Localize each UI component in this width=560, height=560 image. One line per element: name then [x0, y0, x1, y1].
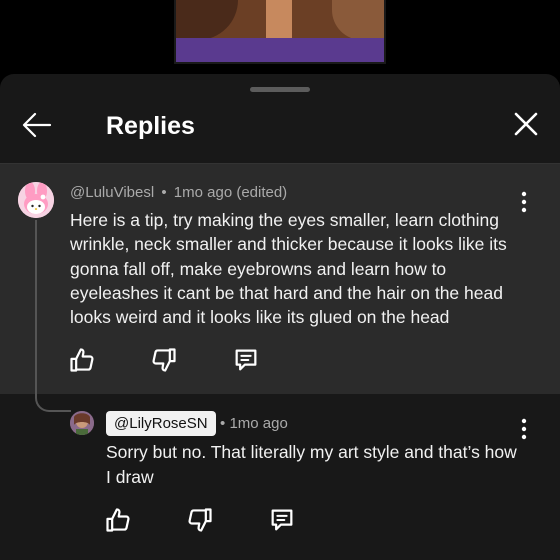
like-button[interactable]	[68, 346, 96, 374]
parent-comment: @LuluVibesl • 1mo ago (edited) Here is a…	[0, 164, 560, 394]
replies-header: Replies	[0, 94, 560, 164]
comment-icon	[235, 349, 257, 371]
more-vertical-icon	[521, 418, 527, 440]
replies-panel: Replies @LuluVibesl • 1mo ago (edited) H…	[0, 74, 560, 560]
dislike-button[interactable]	[150, 346, 178, 374]
reply-avatar[interactable]	[70, 411, 94, 435]
comment-author[interactable]: @LuluVibesl	[70, 184, 154, 201]
dislike-button[interactable]	[186, 506, 214, 534]
comment-more-button[interactable]	[516, 190, 532, 214]
comment-icon	[271, 509, 293, 531]
reply-author-chip[interactable]: @LilyRoseSN	[106, 411, 216, 436]
meta-separator: •	[220, 415, 226, 432]
profile-picture-icon	[70, 411, 94, 435]
reply-text: Sorry but no. That literally my art styl…	[106, 442, 517, 487]
my-melody-avatar-icon	[18, 182, 54, 218]
close-button[interactable]	[510, 108, 542, 140]
thread-line	[35, 220, 71, 412]
reply-more-button[interactable]	[516, 417, 532, 441]
comment-actions	[68, 346, 314, 374]
drag-handle[interactable]	[250, 87, 310, 92]
reply-button[interactable]	[268, 506, 296, 534]
comment-meta: @LuluVibesl • 1mo ago (edited)	[70, 184, 287, 201]
comment-timestamp: 1mo ago (edited)	[173, 184, 288, 201]
reply-actions	[104, 506, 350, 534]
thumbs-down-icon	[152, 348, 176, 372]
thumbs-up-icon	[106, 508, 130, 532]
video-thumbnail	[174, 0, 386, 64]
thumbs-up-icon	[70, 348, 94, 372]
thumbs-down-icon	[188, 508, 212, 532]
page-title: Replies	[106, 112, 195, 140]
meta-separator: •	[161, 184, 167, 201]
back-button[interactable]	[20, 108, 54, 142]
close-icon	[514, 112, 538, 136]
reply-button[interactable]	[232, 346, 260, 374]
reply-meta: • 1mo ago	[220, 415, 288, 432]
like-button[interactable]	[104, 506, 132, 534]
reply-timestamp: 1mo ago	[229, 415, 288, 432]
comment-text: Here is a tip, try making the eyes small…	[70, 210, 507, 328]
more-vertical-icon	[521, 191, 527, 213]
arrow-left-icon	[22, 112, 52, 138]
avatar[interactable]	[18, 182, 54, 218]
